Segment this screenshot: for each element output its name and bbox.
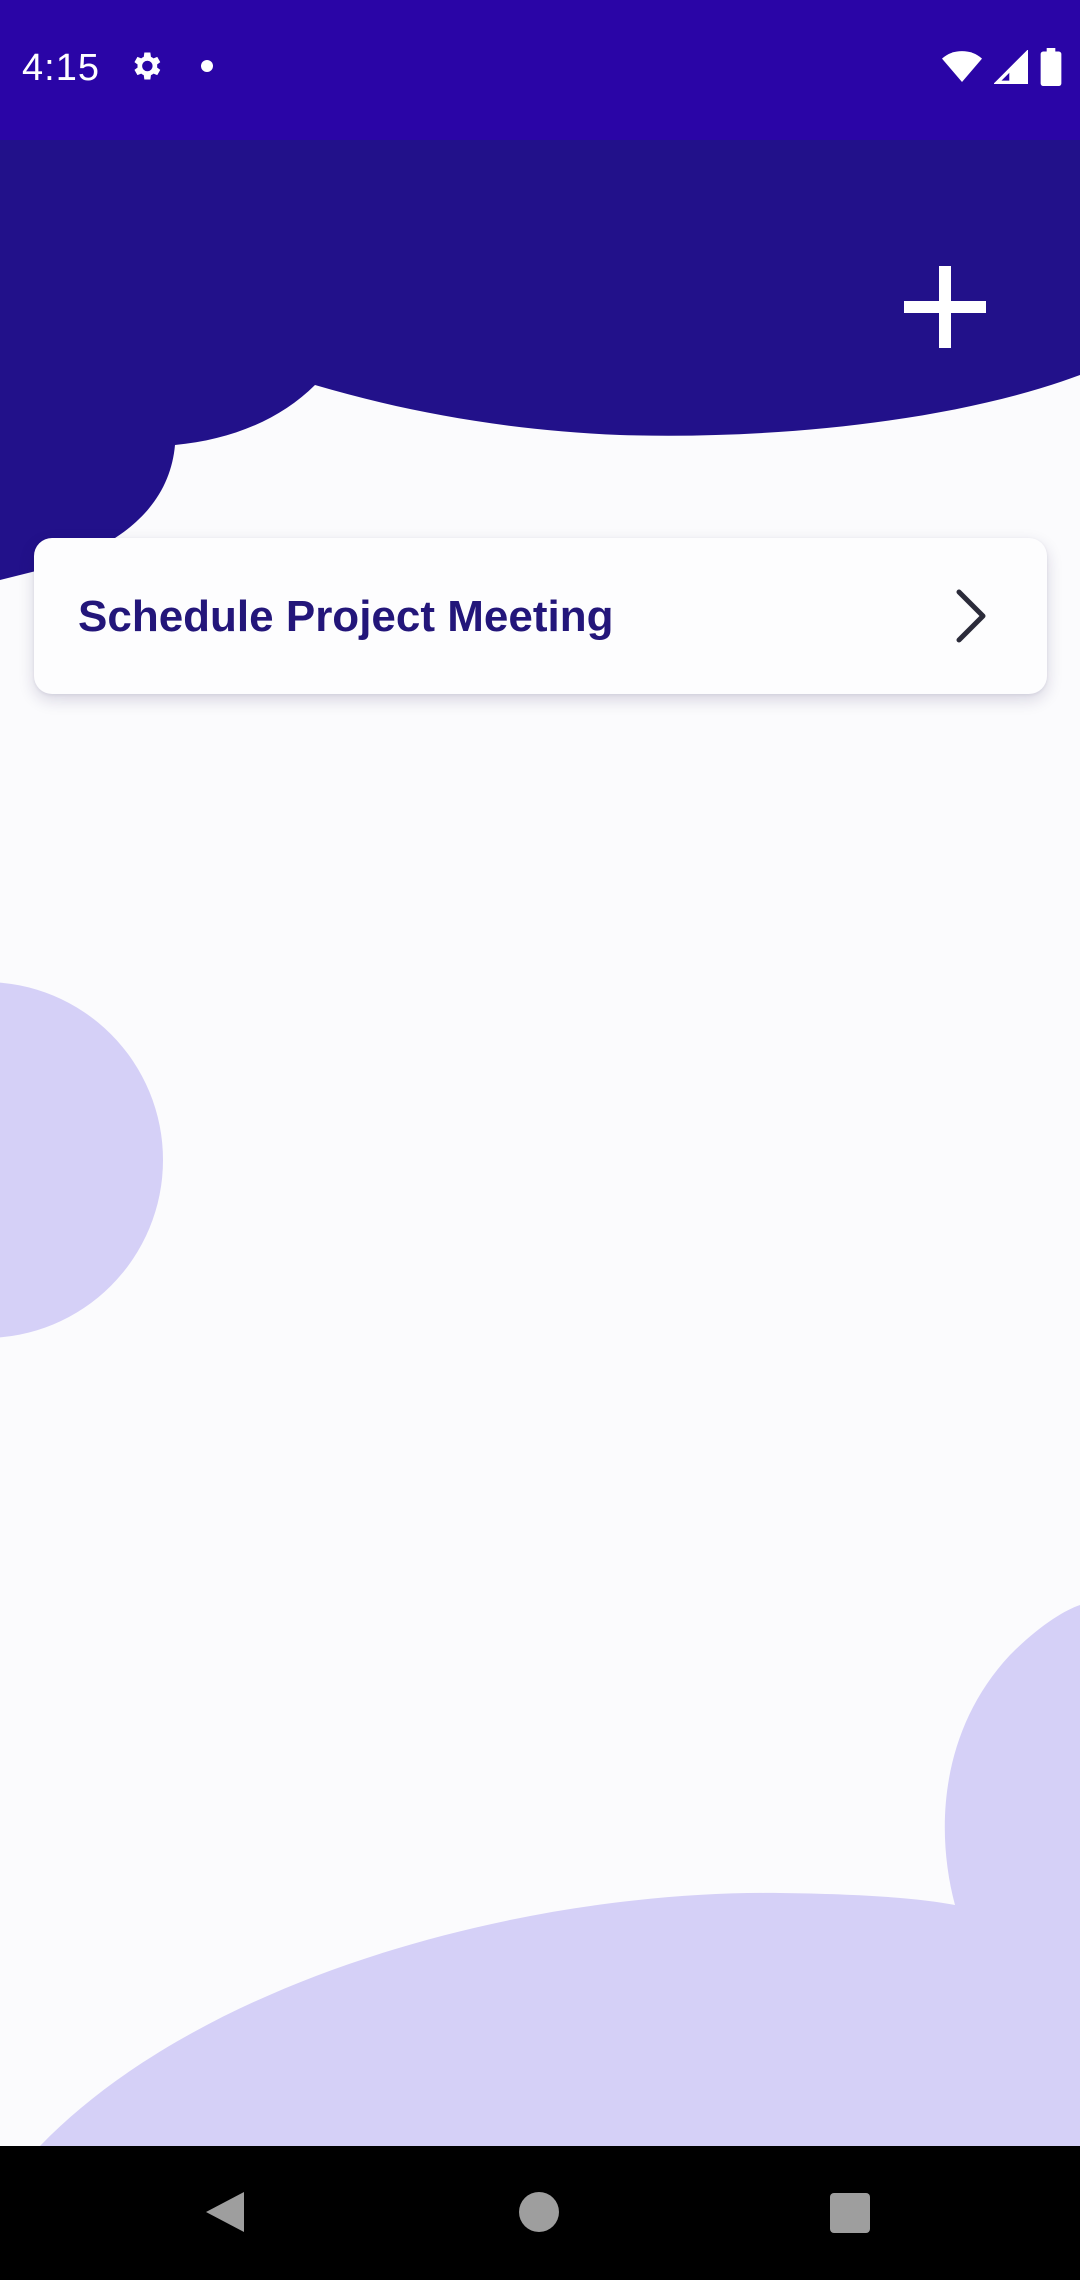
notification-dot-icon (201, 60, 213, 72)
add-button[interactable] (900, 262, 990, 352)
app-screen: 4:15 Schedule Project Meeting (0, 0, 1080, 2280)
battery-icon (1040, 48, 1062, 86)
status-right-icons (942, 46, 1062, 88)
chevron-right-icon (956, 589, 986, 643)
plus-icon (904, 266, 986, 348)
settings-gear-icon (134, 52, 161, 80)
status-time: 4:15 (22, 47, 100, 89)
left-decor-circle (0, 982, 163, 1338)
home-icon[interactable] (519, 2192, 559, 2232)
back-icon[interactable] (204, 2190, 246, 2234)
list-item[interactable]: Schedule Project Meeting (34, 538, 1047, 694)
status-bar: 4:15 (0, 0, 1080, 140)
cell-signal-icon (994, 50, 1028, 84)
wifi-icon (942, 51, 982, 82)
bottom-decor-blob (40, 1605, 1080, 2146)
list-item-title: Schedule Project Meeting (78, 592, 614, 641)
recents-icon[interactable] (830, 2193, 870, 2233)
